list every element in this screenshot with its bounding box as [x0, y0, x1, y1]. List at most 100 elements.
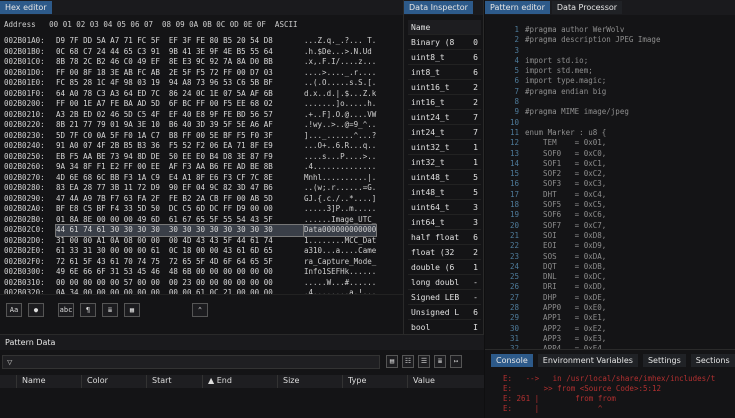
hex-row[interactable]: 002B0290: 47 4A A9 7B F7 63 FA 2F FE B2 2… [4, 194, 403, 205]
code-line[interactable]: 17 DHT = 0xC4, [493, 190, 735, 200]
hex-row[interactable]: 002B01E0: FC 85 28 1C 4F 98 03 19 94 A8 7… [4, 78, 403, 89]
inspector-row[interactable]: int64_t 3 [408, 215, 481, 230]
column-header-4[interactable]: Size [283, 376, 299, 385]
code-line[interactable]: 29 APP1 = 0xE1, [493, 313, 735, 323]
hex-row-bytes[interactable]: 44 61 74 61 30 30 30 30 30 30 30 30 30 3… [55, 224, 305, 237]
hex-row-bytes[interactable]: 8B 21 77 79 01 9A 3E 10 B6 40 3D 39 5F 5… [56, 120, 304, 131]
inspector-row[interactable]: int24_t 7 [408, 125, 481, 140]
hex-row-bytes[interactable]: 5D 7F C0 0A 5F F0 1A C7 B8 FF 00 5E BF F… [56, 131, 304, 142]
hex-row[interactable]: 002B0260: 9A 34 8F F1 E2 FF 00 EE AF F3 A… [4, 162, 403, 173]
hex-row-ascii[interactable]: d.x..d.|.$...Z.k [304, 89, 376, 100]
column-divider[interactable] [146, 375, 147, 388]
hex-row-bytes[interactable]: 01 8A 8E 00 00 00 49 6D 61 67 65 5F 55 5… [56, 215, 304, 226]
hex-row-bytes[interactable]: 49 6E 66 6F 31 53 45 46 48 6B 00 00 00 0… [56, 267, 304, 278]
hex-row[interactable]: 002B01F0: 64 A0 78 C3 A3 64 ED 7C 86 24 0… [4, 89, 403, 100]
code-line[interactable]: 22 EOI = 0xD9, [493, 241, 735, 251]
inspector-row[interactable]: uint48_t 5 [408, 170, 481, 185]
column-header-5[interactable]: Type [348, 376, 366, 385]
hex-row-bytes[interactable]: A3 2B ED 02 46 5D C5 4F EF 40 E8 9F FE B… [56, 110, 304, 121]
hex-row[interactable]: 002B02B0: 01 8A 8E 00 00 00 49 6D 61 67 6… [4, 215, 403, 226]
column-header-2[interactable]: Start [152, 376, 172, 385]
pattern-filter-input[interactable]: ▽ [2, 355, 380, 369]
inspector-row[interactable]: double (6 1 [408, 260, 481, 275]
inspector-row[interactable]: int8_t 6 [408, 65, 481, 80]
code-line[interactable]: 8 [493, 97, 735, 107]
grid-button[interactable]: ▦ [124, 303, 140, 317]
hex-row-ascii[interactable]: .....W...#...... [304, 278, 376, 289]
column-divider[interactable] [16, 375, 17, 388]
column-divider[interactable] [202, 375, 203, 388]
inspector-row[interactable]: uint32_t 1 [408, 140, 481, 155]
list-view-button[interactable]: ☰ [418, 355, 430, 368]
ascii-button[interactable]: abc [58, 303, 74, 317]
code-line[interactable]: 30 APP2 = 0xE2, [493, 324, 735, 334]
inspector-row[interactable]: uint8_t 6 [408, 50, 481, 65]
code-line[interactable]: 18 SOF5 = 0xC5, [493, 200, 735, 210]
hex-row[interactable]: 002B02F0: 72 61 5F 43 61 70 74 75 72 65 5… [4, 257, 403, 268]
hex-row[interactable]: 002B0300: 49 6E 66 6F 31 53 45 46 48 6B 0… [4, 267, 403, 278]
hex-row[interactable]: 002B01C0: 8B 78 2C B2 46 C0 49 EF 8E E3 9… [4, 57, 403, 68]
hex-row[interactable]: 002B02C0: 44 61 74 61 30 30 30 30 30 30 3… [4, 224, 403, 237]
hex-row-bytes[interactable]: 83 EA 28 77 3B 11 72 D9 90 EF 04 9C 82 3… [56, 183, 304, 194]
export-button[interactable]: ↦ [450, 355, 462, 368]
hex-row-bytes[interactable]: 61 33 31 30 00 00 00 61 0C 18 00 00 43 6… [56, 246, 304, 257]
inspector-row[interactable]: Unsigned L 6 [408, 305, 481, 320]
hex-row-bytes[interactable]: 47 4A A9 7B F7 63 FA 2F FE B2 2A CB FF 0… [56, 194, 304, 205]
column-divider[interactable] [81, 375, 82, 388]
code-line[interactable]: 1 #pragma author WerWolv [493, 25, 735, 35]
highlight-button[interactable]: ● [28, 303, 44, 317]
hex-row[interactable]: 002B0280: 83 EA 28 77 3B 11 72 D9 90 EF 0… [4, 183, 403, 194]
hex-row[interactable]: 002B0200: FF 00 1E A7 FE BA AD 5D 6F BC F… [4, 99, 403, 110]
tab-hex-editor[interactable]: Hex editor [0, 1, 52, 14]
tab-sections[interactable]: Sections [690, 354, 735, 367]
hex-row-ascii[interactable]: ..(w;.r......=G. [304, 183, 376, 194]
hex-row[interactable]: 002B0250: EB F5 AA BE 73 94 8D DE 50 EE E… [4, 152, 403, 163]
hex-row-ascii[interactable]: ......Image_UTC_ [304, 215, 376, 226]
hex-row-ascii[interactable]: .!wy..>..@=9_^.. [304, 120, 376, 131]
code-line[interactable]: 12 TEM = 0x01, [493, 138, 735, 148]
pattern-code-editor[interactable]: 1 #pragma author WerWolv 2 #pragma descript… [493, 25, 735, 349]
code-line[interactable]: 5 import std.mem; [493, 66, 735, 76]
inspector-row[interactable]: uint24_t 7 [408, 110, 481, 125]
code-line[interactable]: 14 SOF1 = 0xC1, [493, 159, 735, 169]
details-button[interactable]: ≣ [434, 355, 446, 368]
code-line[interactable]: 27 DHP = 0xDE, [493, 293, 735, 303]
hex-row[interactable]: 002B0230: 5D 7F C0 0A 5F F0 1A C7 B8 FF 0… [4, 131, 403, 142]
hex-row-ascii[interactable]: GJ.{.c./..*....] [304, 194, 376, 205]
table-view-button[interactable]: ▤ [386, 355, 398, 368]
code-line[interactable]: 11 enum Marker : u8 { [493, 128, 735, 138]
code-line[interactable]: 9 #pragma MIME image/jpeg [493, 107, 735, 117]
hex-row-ascii[interactable]: .4.............. [304, 162, 376, 173]
hex-row-bytes[interactable]: 8B 78 2C B2 46 C0 49 EF 8E E3 9C 92 7A 8… [56, 57, 304, 68]
hex-row-bytes[interactable]: EB F5 AA BE 73 94 8D DE 50 EE E0 B4 D8 3… [56, 152, 304, 163]
code-line[interactable]: 26 DRI = 0xDD, [493, 282, 735, 292]
hex-row-ascii[interactable]: ...Z.q._.?... T. [304, 36, 376, 47]
hex-row-bytes[interactable]: 00 00 00 00 00 57 00 00 00 23 00 00 00 0… [56, 278, 304, 289]
code-line[interactable]: 10 [493, 118, 735, 128]
inspector-row[interactable]: bool I [408, 320, 481, 334]
hex-row[interactable]: 002B02D0: 31 00 00 A1 0A 08 00 00 00 4D 4… [4, 236, 403, 247]
hex-row-ascii[interactable]: ....>...._.r.... [304, 68, 376, 79]
hex-row-ascii[interactable]: Data000000000000 [302, 224, 378, 237]
column-divider[interactable] [277, 375, 278, 388]
collapse-footer-button[interactable]: ⌃ [192, 303, 208, 317]
hex-row-ascii[interactable]: ....s...P....>.. [304, 152, 376, 163]
hex-row-bytes[interactable]: FF 00 8F 18 3E AB FC AB 2E 5F F5 72 FF 0… [56, 68, 304, 79]
tab-console[interactable]: Console [491, 354, 533, 367]
column-divider[interactable] [407, 375, 408, 388]
hex-row[interactable]: 002B0220: 8B 21 77 79 01 9A 3E 10 B6 40 3… [4, 120, 403, 131]
hex-row-bytes[interactable]: 4D 6E 68 6C BB F3 1A C9 E4 A1 8F E6 F3 C… [56, 173, 304, 184]
tab-settings[interactable]: Settings [642, 354, 686, 367]
inspector-row[interactable]: uint64_t 3 [408, 200, 481, 215]
hex-row-bytes[interactable]: BF E8 C5 BF F4 33 5D 50 DC C5 6D DC FF D… [56, 204, 304, 215]
code-line[interactable]: 25 DNL = 0xDC, [493, 272, 735, 282]
column-divider[interactable] [342, 375, 343, 388]
case-toggle-button[interactable]: Aa [6, 303, 22, 317]
tab-data-inspector[interactable]: Data Inspector [404, 1, 473, 14]
hex-row[interactable]: 002B01A0: D9 7F DD 5A A7 71 FC 5F EF 3F F… [4, 36, 403, 47]
inspector-row[interactable]: long doubl - [408, 275, 481, 290]
inspector-row[interactable]: Binary (8 0 [408, 35, 481, 50]
hex-row[interactable]: 002B02A0: BF E8 C5 BF F4 33 5D 50 DC C5 6… [4, 204, 403, 215]
code-line[interactable]: 21 SOI = 0xD8, [493, 231, 735, 241]
code-line[interactable]: 15 SOF2 = 0xC2, [493, 169, 735, 179]
